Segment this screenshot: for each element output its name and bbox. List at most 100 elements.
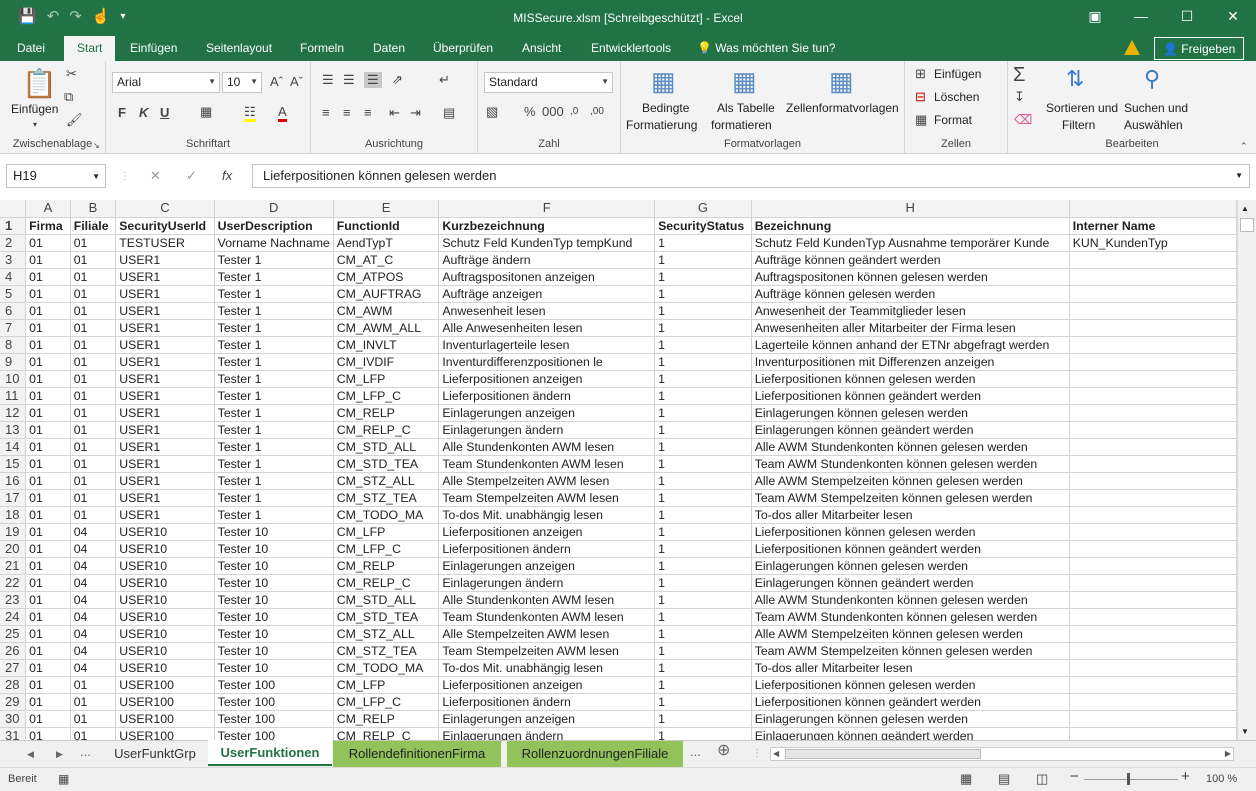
tab-data[interactable]: Daten	[373, 41, 405, 55]
share-button[interactable]: 👤 Freigeben	[1154, 37, 1245, 60]
sort-filter-label-2[interactable]: Filtern	[1062, 118, 1095, 132]
cell[interactable]	[1069, 319, 1237, 337]
cell[interactable]: 1	[654, 472, 752, 490]
cell[interactable]: Team AWM Stundenkonten können gelesen we…	[751, 608, 1070, 626]
row-header[interactable]: 13	[0, 421, 27, 439]
cell[interactable]: 01	[25, 523, 71, 541]
cell[interactable]: 01	[25, 302, 71, 320]
cell-styles-button[interactable]: Zellenformatvorlagen	[786, 101, 899, 115]
cell[interactable]: 01	[70, 336, 117, 354]
row-header[interactable]: 16	[0, 472, 27, 490]
row-header[interactable]: 14	[0, 438, 27, 456]
close-icon[interactable]: ✕	[1210, 0, 1256, 32]
cell[interactable]: Tester 10	[214, 625, 334, 643]
cell[interactable]: 01	[25, 710, 71, 728]
cell[interactable]: Bezeichnung	[751, 217, 1070, 235]
cell[interactable]: 1	[654, 506, 752, 524]
cell[interactable]: CM_RELP	[333, 710, 440, 728]
cell[interactable]: Alle AWM Stundenkonten können gelesen we…	[751, 438, 1070, 456]
cell[interactable]	[1069, 285, 1237, 303]
cell[interactable]: Tester 10	[214, 523, 334, 541]
page-layout-view-icon[interactable]: ▤	[998, 772, 1010, 786]
insert-function-icon[interactable]: fx	[222, 169, 232, 183]
cell[interactable]: 1	[654, 608, 752, 626]
cut-icon[interactable]: ✂	[66, 67, 77, 81]
cell[interactable]: KUN_KundenTyp	[1069, 234, 1237, 252]
sheet-tab-rollendefinitionenfirma[interactable]: RollendefinitionenFirma	[333, 741, 501, 767]
clipboard-launcher-icon[interactable]: ↘	[93, 139, 100, 153]
cell[interactable]: CM_STZ_TEA	[333, 642, 440, 660]
tab-insert[interactable]: Einfügen	[130, 41, 177, 55]
cell[interactable]: Lagerteile können anhand der ETNr abgefr…	[751, 336, 1070, 354]
cell[interactable]: 1	[654, 693, 752, 711]
cell[interactable]: Team AWM Stempelzeiten können gelesen we…	[751, 642, 1070, 660]
cell[interactable]: 01	[25, 455, 71, 473]
cell[interactable]: USER10	[115, 625, 215, 643]
sheet-tab-userfunktionen[interactable]: UserFunktionen	[208, 740, 332, 766]
cell[interactable]: Auftragspositonen anzeigen	[438, 268, 656, 286]
macro-record-icon[interactable]: ▦	[58, 772, 69, 786]
cell[interactable]: 01	[25, 693, 71, 711]
cell[interactable]: Anwesenheit der Teammitglieder lesen	[751, 302, 1070, 320]
cell[interactable]: CM_STD_TEA	[333, 608, 440, 626]
zoom-slider[interactable]	[1084, 779, 1178, 780]
cell[interactable]: Inventurlagerteile lesen	[438, 336, 656, 354]
column-header[interactable]: H	[751, 200, 1070, 218]
cell-styles-icon[interactable]: ▦	[829, 67, 854, 95]
cell[interactable]: To-dos Mit. unabhängig lesen	[438, 659, 656, 677]
warning-icon[interactable]	[1124, 40, 1140, 55]
cell[interactable]	[1069, 421, 1237, 439]
cell[interactable]: 1	[654, 336, 752, 354]
row-header[interactable]: 23	[0, 591, 27, 609]
cell[interactable]: USER1	[115, 421, 215, 439]
row-header[interactable]: 19	[0, 523, 27, 541]
cell[interactable]: USER100	[115, 676, 215, 694]
cell[interactable]	[1069, 472, 1237, 490]
row-header[interactable]: 5	[0, 285, 27, 303]
cell[interactable]: 01	[70, 319, 117, 337]
cell[interactable]: 01	[70, 727, 117, 740]
conditional-formatting-label-2[interactable]: Formatierung	[626, 118, 697, 132]
horizontal-scroll-thumb[interactable]	[785, 749, 981, 759]
cell[interactable]: USER1	[115, 404, 215, 422]
cell[interactable]: 01	[70, 489, 117, 507]
row-header[interactable]: 7	[0, 319, 27, 337]
cell[interactable]: Tester 1	[214, 336, 334, 354]
cell[interactable]: USER1	[115, 285, 215, 303]
ribbon-display-options-icon[interactable]: ▣	[1072, 0, 1118, 32]
cell[interactable]	[1069, 540, 1237, 558]
cell[interactable]: Alle AWM Stempelzeiten können gelesen we…	[751, 472, 1070, 490]
cell[interactable]: 01	[25, 472, 71, 490]
cell[interactable]: 01	[25, 268, 71, 286]
column-header[interactable]: G	[654, 200, 752, 218]
cell[interactable]: 1	[654, 353, 752, 371]
cell[interactable]: Tester 1	[214, 404, 334, 422]
cell[interactable]: 04	[70, 659, 117, 677]
scroll-up-icon[interactable]: ▲	[1241, 204, 1249, 213]
vertical-scrollbar[interactable]: ▲ ▼	[1237, 200, 1256, 740]
cell[interactable]: 01	[25, 353, 71, 371]
cell[interactable]	[1069, 455, 1237, 473]
row-header[interactable]: 6	[0, 302, 27, 320]
zoom-level[interactable]: 100 %	[1206, 773, 1237, 785]
cell[interactable]: Einlagerungen anzeigen	[438, 404, 656, 422]
cell[interactable]	[1069, 523, 1237, 541]
cell[interactable]: USER1	[115, 268, 215, 286]
font-color-icon[interactable]: A	[278, 105, 287, 122]
cell[interactable]: 1	[654, 421, 752, 439]
tell-me-search[interactable]: 💡 Was möchten Sie tun?	[697, 41, 836, 55]
cell[interactable]: 01	[25, 336, 71, 354]
tab-view[interactable]: Ansicht	[522, 41, 561, 55]
scroll-right-icon[interactable]: ▶	[1225, 749, 1231, 758]
cell[interactable]: Lieferpositionen können gelesen werden	[751, 523, 1070, 541]
tab-formulas[interactable]: Formeln	[300, 41, 344, 55]
cell[interactable]: SecurityStatus	[654, 217, 752, 235]
cell[interactable]: CM_STD_ALL	[333, 438, 440, 456]
decrease-indent-icon[interactable]: ⇤	[389, 106, 400, 120]
cell[interactable]: 01	[25, 319, 71, 337]
cell[interactable]: 01	[25, 676, 71, 694]
row-header[interactable]: 24	[0, 608, 27, 626]
row-header[interactable]: 12	[0, 404, 27, 422]
cell[interactable]: 1	[654, 404, 752, 422]
row-header[interactable]: 30	[0, 710, 27, 728]
